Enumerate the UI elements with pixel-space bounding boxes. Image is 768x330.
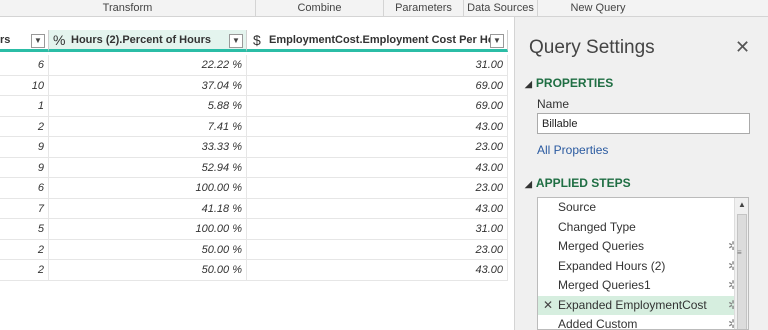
table-cell[interactable]: 10: [0, 75, 49, 96]
applied-steps-heading: APPLIED STEPS: [535, 176, 631, 190]
applied-step-label: Merged Queries: [558, 239, 645, 253]
collapse-triangle-icon: ◢: [525, 179, 532, 189]
table-cell[interactable]: 43.00: [247, 260, 508, 280]
column-header-hours[interactable]: rs ▼: [0, 30, 49, 52]
close-icon[interactable]: ✕: [735, 37, 750, 58]
applied-step-label: Added Custom: [558, 317, 638, 330]
ribbon-group-parameters: Parameters: [384, 0, 464, 17]
table-cell[interactable]: 43.00: [247, 157, 508, 178]
table-row[interactable]: 5 100.00 % 31.00: [0, 219, 508, 240]
table-row[interactable]: 1 5.88 % 69.00: [0, 96, 508, 117]
table-cell[interactable]: 100.00 %: [49, 178, 247, 198]
collapse-triangle-icon: ◢: [525, 79, 532, 89]
column-header-percent-of-hours[interactable]: % Hours (2).Percent of Hours ▼: [49, 30, 247, 52]
ribbon-group-transform: Transform: [0, 0, 256, 17]
table-row[interactable]: 7 41.18 % 43.00: [0, 198, 508, 219]
delete-step-icon[interactable]: ✕: [543, 296, 553, 315]
all-properties-link[interactable]: All Properties: [537, 143, 608, 157]
ribbon-group-combine: Combine: [256, 0, 384, 17]
applied-steps-section-header[interactable]: ◢ APPLIED STEPS: [525, 176, 631, 190]
applied-step-item[interactable]: ✕ Expanded EmploymentCost ✲: [538, 295, 748, 315]
applied-step-item[interactable]: Changed Type: [538, 218, 748, 238]
table-cell[interactable]: 6: [0, 55, 49, 75]
ribbon-group-new-query: New Query: [570, 2, 626, 14]
table-cell[interactable]: 9: [0, 157, 49, 178]
scroll-up-icon[interactable]: ▲: [738, 200, 746, 209]
name-label: Name: [537, 97, 570, 111]
table-cell[interactable]: 50.00 %: [49, 239, 247, 260]
table-cell[interactable]: 2: [0, 239, 49, 260]
table-cell[interactable]: 33.33 %: [49, 137, 247, 157]
table-row[interactable]: 10 37.04 % 69.00: [0, 75, 508, 96]
table-row[interactable]: 6 100.00 % 23.00: [0, 178, 508, 199]
ribbon-group-labels: Transform Combine Parameters Data Source…: [0, 0, 768, 17]
column-header-label: Hours (2).Percent of Hours: [71, 34, 211, 46]
table-row[interactable]: 2 7.41 % 43.00: [0, 116, 508, 137]
properties-heading: PROPERTIES: [535, 76, 614, 90]
applied-step-item[interactable]: Merged Queries ✲: [538, 237, 748, 257]
applied-steps-list: Source Changed Type Merged Queries ✲ Expande…: [537, 197, 749, 330]
scrollbar-thumb[interactable]: [737, 214, 747, 329]
query-name-field[interactable]: [537, 113, 750, 134]
applied-step-label: Changed Type: [558, 219, 636, 234]
column-filter-dropdown-icon[interactable]: ▼: [490, 34, 504, 48]
table-cell[interactable]: 31.00: [247, 219, 508, 239]
table-cell[interactable]: 31.00: [247, 55, 508, 75]
applied-step-item[interactable]: Source: [538, 198, 748, 218]
column-header-label: EmploymentCost.Employment Cost Per Ho...: [269, 34, 504, 46]
query-settings-title: Query Settings: [529, 37, 655, 58]
table-cell[interactable]: 2: [0, 260, 49, 280]
table-cell[interactable]: 69.00: [247, 75, 508, 96]
table-cell[interactable]: 23.00: [247, 239, 508, 260]
applied-step-label: Merged Queries1: [558, 278, 651, 292]
steps-scrollbar[interactable]: ▲ ≡: [734, 198, 748, 329]
table-cell[interactable]: 22.22 %: [49, 55, 247, 75]
table-cell[interactable]: 2: [0, 116, 49, 137]
data-grid: rs ▼ % Hours (2).Percent of Hours ▼ $ Em…: [0, 30, 508, 284]
column-filter-dropdown-icon[interactable]: ▼: [31, 34, 45, 48]
table-row[interactable]: 9 52.94 % 43.00: [0, 157, 508, 178]
table-cell[interactable]: 50.00 %: [49, 260, 247, 280]
table-cell[interactable]: 37.04 %: [49, 75, 247, 96]
applied-step-item[interactable]: Added Custom ✲: [538, 315, 748, 330]
table-cell[interactable]: 23.00: [247, 178, 508, 198]
currency-type-icon[interactable]: $: [253, 32, 261, 48]
table-row[interactable]: 2 50.00 % 43.00: [0, 260, 508, 281]
table-cell[interactable]: 7: [0, 198, 49, 219]
table-cell[interactable]: 5.88 %: [49, 96, 247, 116]
table-row[interactable]: 9 33.33 % 23.00: [0, 137, 508, 158]
ribbon-group-data-sources: Data Sources: [464, 0, 538, 17]
grid-rows: 6 22.22 % 31.00 10 37.04 % 69.00 1 5.88 % 69.00 2…: [0, 55, 508, 281]
applied-step-label: Expanded Hours (2): [558, 258, 666, 273]
table-cell[interactable]: 23.00: [247, 137, 508, 157]
table-row[interactable]: 2 50.00 % 23.00: [0, 239, 508, 260]
table-cell[interactable]: 41.18 %: [49, 198, 247, 219]
column-header-label: rs: [0, 34, 11, 46]
scrollbar-grip-icon: ≡: [737, 248, 742, 257]
table-row[interactable]: 6 22.22 % 31.00: [0, 55, 508, 76]
table-cell[interactable]: 69.00: [247, 96, 508, 116]
table-cell[interactable]: 5: [0, 219, 49, 239]
table-cell[interactable]: 1: [0, 96, 49, 116]
column-header-employment-cost[interactable]: $ EmploymentCost.Employment Cost Per Ho.…: [247, 30, 508, 52]
percentage-type-icon[interactable]: %: [53, 32, 65, 48]
table-cell[interactable]: 6: [0, 178, 49, 198]
column-filter-dropdown-icon[interactable]: ▼: [229, 34, 243, 48]
table-cell[interactable]: 7.41 %: [49, 116, 247, 137]
applied-step-item[interactable]: Merged Queries1 ✲: [538, 276, 748, 296]
table-cell[interactable]: 43.00: [247, 116, 508, 137]
properties-section-header[interactable]: ◢ PROPERTIES: [525, 76, 613, 90]
table-cell[interactable]: 43.00: [247, 198, 508, 219]
table-cell[interactable]: 100.00 %: [49, 219, 247, 239]
applied-step-label: Expanded EmploymentCost: [558, 297, 707, 312]
table-cell[interactable]: 52.94 %: [49, 157, 247, 178]
query-settings-pane: Query Settings ✕ ◢PROPERTIES Name All Pr…: [514, 17, 768, 330]
applied-step-label: Source: [558, 200, 597, 214]
applied-step-item[interactable]: Expanded Hours (2) ✲: [538, 257, 748, 277]
table-cell[interactable]: 9: [0, 137, 49, 157]
